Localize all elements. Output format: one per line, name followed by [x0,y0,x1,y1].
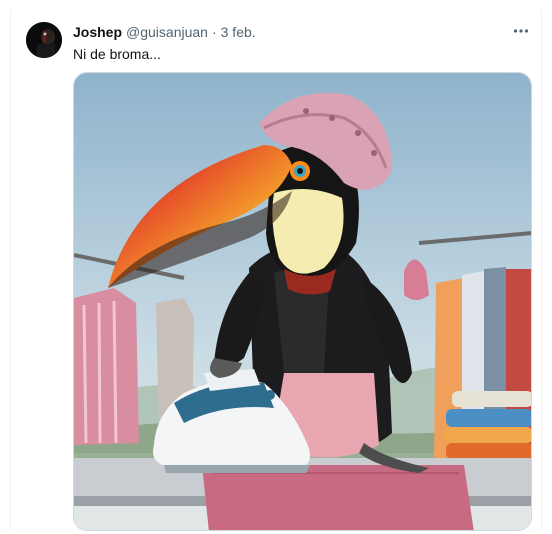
avatar[interactable] [26,22,62,58]
tweet-header: Joshep @guisanjuan · 3 feb. [73,22,532,42]
toucan-ironing-illustration [74,73,531,530]
separator-dot: · [211,24,217,40]
author-handle[interactable]: @guisanjuan [126,24,208,40]
tweet-text: Ni de broma... [73,46,161,62]
tweet-image[interactable] [73,72,532,531]
tweet-date[interactable]: 3 feb. [221,24,256,40]
more-horizontal-icon[interactable] [508,22,534,42]
author-name[interactable]: Joshep [73,24,122,40]
